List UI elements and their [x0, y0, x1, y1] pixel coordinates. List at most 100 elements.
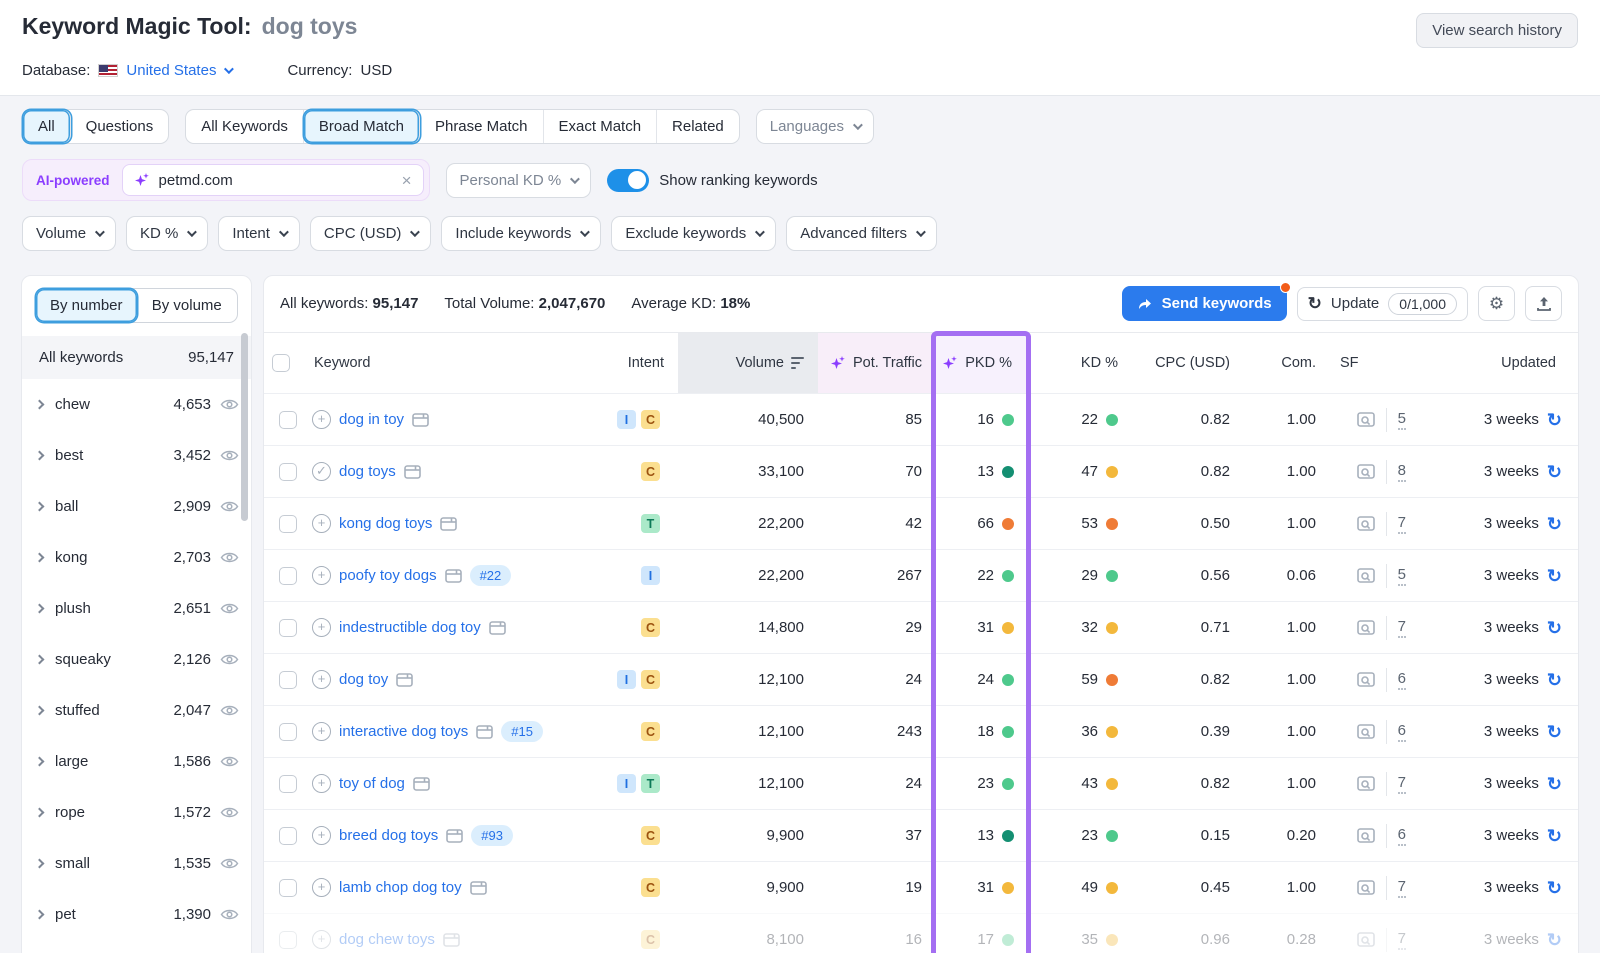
keyword-link[interactable]: breed dog toys [339, 827, 438, 844]
column-kd[interactable]: KD % [1026, 333, 1132, 393]
refresh-metrics-icon[interactable]: ↻ [1547, 515, 1562, 533]
filter-exclude-keywords[interactable]: Exclude keywords [611, 216, 776, 251]
refresh-metrics-icon[interactable]: ↻ [1547, 567, 1562, 585]
sf-count[interactable]: 8 [1398, 462, 1406, 482]
sidebar-item-kong[interactable]: kong 2,703 [22, 532, 251, 583]
keyword-link[interactable]: dog toys [339, 463, 396, 480]
serp-icon[interactable] [412, 413, 429, 427]
domain-search-input[interactable]: petmd.com × [122, 164, 424, 196]
serp-features-preview-icon[interactable] [1357, 672, 1375, 688]
tab-broad-match[interactable]: Broad Match [304, 110, 420, 143]
filter-kd-[interactable]: KD % [126, 216, 208, 251]
add-keyword-icon[interactable]: + [312, 826, 331, 845]
column-pot-traffic[interactable]: Pot. Traffic [818, 333, 936, 393]
serp-icon[interactable] [404, 465, 421, 479]
serp-icon[interactable] [489, 621, 506, 635]
eye-icon[interactable] [220, 806, 239, 819]
database-value[interactable]: United States [126, 62, 216, 79]
keyword-link[interactable]: toy of dog [339, 775, 405, 792]
serp-icon[interactable] [413, 777, 430, 791]
sidebar-scrollbar[interactable] [241, 333, 248, 521]
add-keyword-icon[interactable]: + [312, 774, 331, 793]
row-checkbox[interactable] [279, 827, 297, 845]
languages-dropdown[interactable]: Languages [756, 109, 874, 144]
row-checkbox[interactable] [279, 567, 297, 585]
eye-icon[interactable] [220, 755, 239, 768]
sidebar-item-large[interactable]: large 1,586 [22, 736, 251, 787]
add-keyword-icon[interactable]: + [312, 618, 331, 637]
eye-icon[interactable] [220, 602, 239, 615]
row-checkbox[interactable] [279, 411, 297, 429]
keyword-link[interactable]: lamb chop dog toy [339, 879, 462, 896]
serp-icon[interactable] [443, 933, 460, 947]
tab-phrase-match[interactable]: Phrase Match [420, 110, 544, 143]
row-checkbox[interactable] [279, 879, 297, 897]
keyword-link[interactable]: dog chew toys [339, 931, 435, 948]
filter-cpc-usd-[interactable]: CPC (USD) [310, 216, 432, 251]
keyword-link[interactable]: interactive dog toys [339, 723, 468, 740]
ranking-position-badge[interactable]: #15 [501, 721, 543, 742]
add-keyword-icon[interactable]: + [312, 878, 331, 897]
sidebar-item-stuffed[interactable]: stuffed 2,047 [22, 685, 251, 736]
sf-count[interactable]: 7 [1398, 774, 1406, 794]
serp-features-preview-icon[interactable] [1357, 724, 1375, 740]
keyword-link[interactable]: dog toy [339, 671, 388, 688]
column-keyword[interactable]: Keyword [312, 333, 578, 393]
keyword-link[interactable]: indestructible dog toy [339, 619, 481, 636]
sf-count[interactable]: 5 [1398, 566, 1406, 586]
update-button[interactable]: ↻ Update 0/1,000 [1297, 287, 1468, 321]
eye-icon[interactable] [220, 449, 239, 462]
sidebar-item-chew[interactable]: chew 4,653 [22, 379, 251, 430]
sidebar-tab-by-number[interactable]: By number [36, 289, 137, 322]
serp-features-preview-icon[interactable] [1357, 932, 1375, 948]
column-volume[interactable]: Volume [678, 333, 818, 393]
serp-features-preview-icon[interactable] [1357, 568, 1375, 584]
eye-icon[interactable] [220, 704, 239, 717]
refresh-metrics-icon[interactable]: ↻ [1547, 931, 1562, 949]
row-checkbox[interactable] [279, 671, 297, 689]
refresh-metrics-icon[interactable]: ↻ [1547, 775, 1562, 793]
select-all-checkbox[interactable] [272, 354, 290, 372]
tab-all-keywords[interactable]: All Keywords [186, 110, 304, 143]
sidebar-all-keywords-row[interactable]: All keywords 95,147 [22, 336, 251, 379]
eye-icon[interactable] [220, 551, 239, 564]
keyword-link[interactable]: poofy toy dogs [339, 567, 437, 584]
show-ranking-keywords-toggle[interactable] [607, 169, 649, 192]
refresh-metrics-icon[interactable]: ↻ [1547, 411, 1562, 429]
add-keyword-icon[interactable]: + [312, 670, 331, 689]
serp-features-preview-icon[interactable] [1357, 828, 1375, 844]
filter-intent[interactable]: Intent [218, 216, 300, 251]
refresh-metrics-icon[interactable]: ↻ [1547, 619, 1562, 637]
serp-icon[interactable] [476, 725, 493, 739]
sf-count[interactable]: 6 [1398, 722, 1406, 742]
serp-icon[interactable] [396, 673, 413, 687]
sidebar-item-plush[interactable]: plush 2,651 [22, 583, 251, 634]
serp-icon[interactable] [446, 829, 463, 843]
sf-count[interactable]: 6 [1398, 826, 1406, 846]
sf-count[interactable]: 5 [1398, 410, 1406, 430]
column-sf[interactable]: SF [1330, 333, 1430, 393]
column-updated[interactable]: Updated [1430, 333, 1578, 393]
filter-advanced-filters[interactable]: Advanced filters [786, 216, 937, 251]
serp-icon[interactable] [470, 881, 487, 895]
sf-count[interactable]: 6 [1398, 670, 1406, 690]
add-keyword-icon[interactable]: + [312, 514, 331, 533]
tab-questions[interactable]: Questions [71, 110, 169, 143]
keyword-added-icon[interactable]: ✓ [312, 462, 331, 481]
serp-features-preview-icon[interactable] [1357, 412, 1375, 428]
column-com[interactable]: Com. [1244, 333, 1330, 393]
refresh-metrics-icon[interactable]: ↻ [1547, 463, 1562, 481]
filter-volume[interactable]: Volume [22, 216, 116, 251]
sf-count[interactable]: 7 [1398, 930, 1406, 950]
export-button[interactable] [1525, 286, 1562, 321]
personal-kd-dropdown[interactable]: Personal KD % [446, 163, 592, 198]
add-keyword-icon[interactable]: + [312, 566, 331, 585]
sf-count[interactable]: 7 [1398, 618, 1406, 638]
tab-related[interactable]: Related [657, 110, 739, 143]
eye-icon[interactable] [220, 500, 239, 513]
refresh-metrics-icon[interactable]: ↻ [1547, 671, 1562, 689]
eye-icon[interactable] [220, 908, 239, 921]
serp-features-preview-icon[interactable] [1357, 464, 1375, 480]
eye-icon[interactable] [220, 398, 239, 411]
column-cpc[interactable]: CPC (USD) [1132, 333, 1244, 393]
